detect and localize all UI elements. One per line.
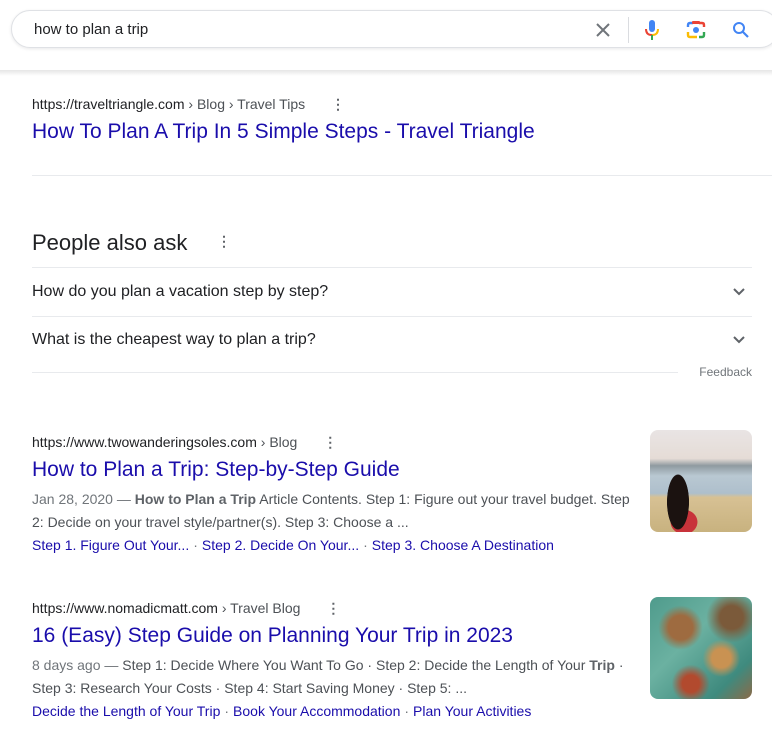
snippet-dash: — [112, 491, 135, 507]
result-date: Jan 28, 2020 [32, 491, 113, 507]
feedback-link[interactable]: Feedback [699, 365, 752, 379]
people-also-ask-heading: People also ask [32, 230, 188, 255]
divider [32, 372, 678, 373]
sitelinks: Step 1. Figure Out Your... · Step 2. Decid… [32, 534, 632, 556]
search-result-twowanderingsoles: https://www.twowanderingsoles.com › Blog… [32, 432, 632, 556]
paa-question-text: What is the cheapest way to plan a trip? [32, 331, 316, 348]
result-thumbnail-image[interactable] [650, 597, 752, 699]
search-input[interactable] [34, 21, 574, 38]
result-url: https://www.nomadicmatt.com [32, 600, 218, 616]
sitelink[interactable]: Step 1. Figure Out Your... [32, 537, 189, 553]
result-thumbnail-image[interactable] [650, 430, 752, 532]
sitelink[interactable]: Book Your Accommodation [233, 703, 400, 719]
result-date: 8 days ago [32, 657, 101, 673]
more-options-icon[interactable]: ⋮ [323, 432, 337, 452]
result-snippet: 8 days ago — Step 1: Decide Where You Wa… [32, 654, 632, 700]
sitelink[interactable]: Step 3. Choose A Destination [372, 537, 554, 553]
result-cite: https://www.twowanderingsoles.com › Blog… [32, 432, 632, 452]
snippet-highlight: Trip [589, 657, 615, 673]
sitelinks: Decide the Length of Your Trip · Book Your… [32, 700, 632, 722]
more-options-icon[interactable]: ⋮ [326, 598, 340, 618]
result-breadcrumb: › Travel Blog [217, 600, 301, 616]
chevron-down-icon [733, 336, 745, 344]
clear-icon[interactable] [592, 19, 614, 41]
result-url: https://www.twowanderingsoles.com [32, 434, 257, 450]
chevron-down-icon [733, 288, 745, 296]
paa-question-text: How do you plan a vacation step by step? [32, 283, 329, 300]
result-cite: https://traveltriangle.com › Blog › Trav… [32, 94, 535, 114]
mic-icon[interactable] [641, 19, 663, 41]
sitelink[interactable]: Step 2. Decide On Your... [202, 537, 359, 553]
sitelink[interactable]: Decide the Length of Your Trip [32, 703, 220, 719]
result-url: https://traveltriangle.com [32, 96, 185, 112]
snippet-highlight: How to Plan a Trip [134, 491, 257, 507]
snippet-text: Step 1: Decide Where You Want To Go · St… [122, 657, 590, 673]
result-breadcrumb: › Blog [256, 434, 298, 450]
more-options-icon[interactable]: ⋮ [217, 233, 231, 250]
sitelink-separator: · [404, 703, 410, 719]
search-result-nomadicmatt: https://www.nomadicmatt.com › Travel Blo… [32, 598, 632, 722]
result-title-link[interactable]: How to Plan a Trip: Step-by-Step Guide [32, 456, 632, 484]
paa-question[interactable]: What is the cheapest way to plan a trip? [32, 316, 752, 364]
result-snippet: Jan 28, 2020 — How to Plan a Trip Articl… [32, 488, 632, 534]
paa-question[interactable]: How do you plan a vacation step by step? [32, 268, 752, 316]
result-title-link[interactable]: How To Plan A Trip In 5 Simple Steps - T… [32, 118, 535, 146]
result-title-link[interactable]: 16 (Easy) Step Guide on Planning Your Tr… [32, 622, 632, 650]
sitelink-separator: · [363, 537, 368, 553]
divider [32, 175, 772, 176]
search-bar [11, 10, 772, 48]
snippet-dash: — [100, 657, 123, 673]
result-breadcrumb: › Blog › Travel Tips [184, 96, 306, 112]
sitelink-separator: · [224, 703, 230, 719]
search-bar-divider [628, 17, 629, 43]
header-shadow [0, 70, 772, 76]
search-icon[interactable] [730, 19, 752, 41]
sitelink[interactable]: Plan Your Activities [413, 703, 531, 719]
search-result-traveltriangle: https://traveltriangle.com › Blog › Trav… [32, 94, 535, 146]
result-cite: https://www.nomadicmatt.com › Travel Blo… [32, 598, 632, 618]
sitelink-separator: · [193, 537, 198, 553]
lens-icon[interactable] [685, 19, 707, 41]
more-options-icon[interactable]: ⋮ [331, 94, 345, 114]
